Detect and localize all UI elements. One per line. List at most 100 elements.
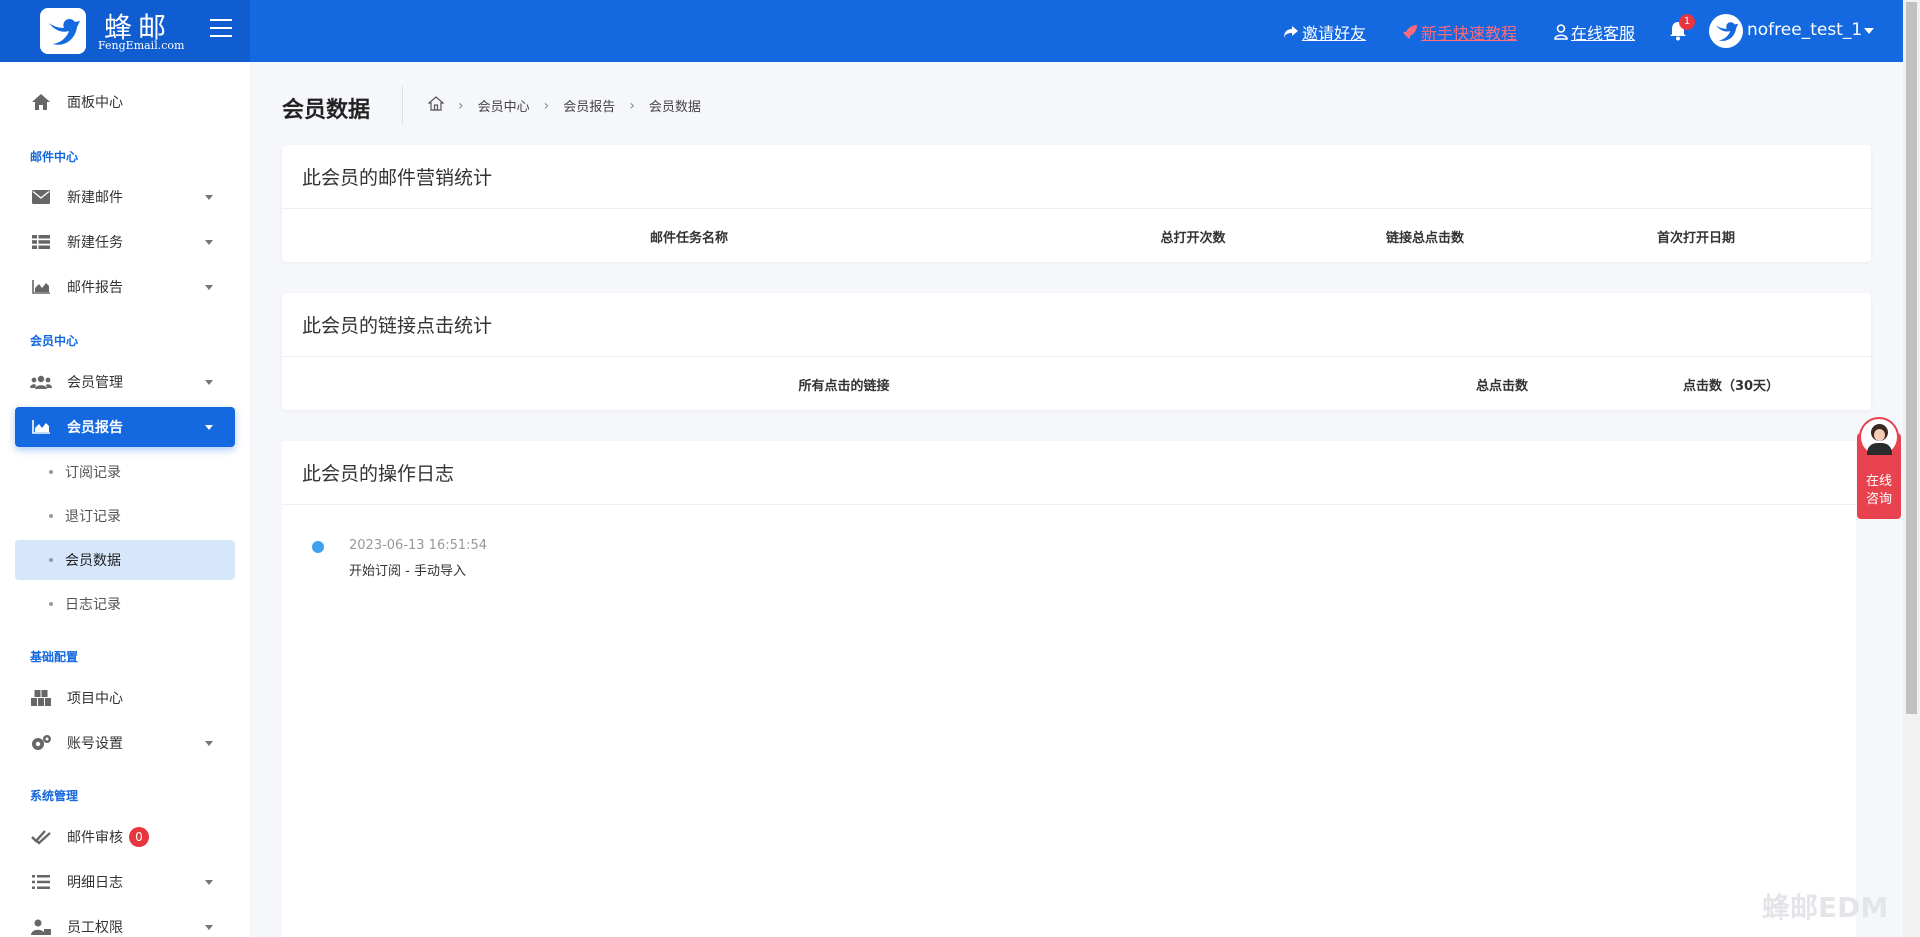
sidebar-subitem-member-data[interactable]: 会员数据 <box>15 540 235 580</box>
sidebar-item-label: 会员报告 <box>67 420 123 436</box>
column-header: 点击数（30天） <box>1682 379 1780 394</box>
online-service-link[interactable]: 在线客服 <box>1554 20 1635 44</box>
breadcrumb-separator: › <box>543 97 550 114</box>
section-mail-center: 邮件中心 <box>30 150 79 164</box>
column-header: 首次打开日期 <box>1656 231 1736 246</box>
log-text: 开始订阅 - 手动导入 <box>349 564 466 579</box>
page-title: 会员数据 <box>282 98 371 123</box>
sidebar-item-dashboard[interactable]: 面板中心 <box>15 82 235 122</box>
bird-icon <box>1715 22 1739 41</box>
sidebar-item-member-report[interactable]: 会员报告 <box>15 407 235 447</box>
sidebar-item-label: 明细日志 <box>67 875 123 891</box>
user-menu-caret-icon[interactable] <box>1864 28 1874 34</box>
bullet-dot <box>49 514 53 518</box>
scrollbar-thumb[interactable] <box>1906 2 1917 714</box>
title-divider <box>402 86 403 124</box>
chevron-down-icon <box>205 880 213 885</box>
sidebar-item-member-manage[interactable]: 会员管理 <box>15 362 235 402</box>
brand-logo[interactable] <box>40 8 86 54</box>
breadcrumb-item: 会员数据 <box>648 100 701 115</box>
sidebar-subitem-label: 日志记录 <box>65 597 121 613</box>
chevron-down-icon <box>205 925 213 930</box>
brand-watermark: 蜂邮EDM <box>1762 891 1889 924</box>
home-icon[interactable] <box>427 96 445 115</box>
menu-toggle-icon[interactable] <box>210 19 232 41</box>
invite-label: 邀请好友 <box>1302 24 1367 43</box>
sidebar-item-label: 新建任务 <box>67 235 123 251</box>
tutorial-label: 新手快速教程 <box>1421 24 1518 43</box>
mail-stats-table-header: 邮件任务名称 总打开次数 链接总点击数 首次打开日期 <box>282 209 1871 261</box>
timeline-dot <box>312 541 324 553</box>
chevron-down-icon <box>205 285 213 290</box>
card-title: 此会员的操作日志 <box>282 441 1856 505</box>
section-system-admin: 系统管理 <box>30 789 79 803</box>
bullet-dot <box>49 602 53 606</box>
card-title: 此会员的邮件营销统计 <box>282 145 1871 209</box>
sidebar-item-account-settings[interactable]: 账号设置 <box>15 723 235 763</box>
section-member-center: 会员中心 <box>30 334 79 348</box>
notification-count-badge: 1 <box>1679 14 1695 30</box>
section-basic-config: 基础配置 <box>30 650 79 664</box>
breadcrumb-separator: › <box>458 97 464 114</box>
sidebar: 面板中心 邮件中心 新建邮件 新建任务 邮件报告 会员中心 会员管理 会员报告 … <box>0 62 250 937</box>
breadcrumb: › 会员中心 › 会员报告 › 会员数据 <box>427 96 701 115</box>
sidebar-item-mail-review[interactable]: 邮件审核 0 <box>15 817 235 857</box>
sidebar-item-label: 邮件报告 <box>67 280 123 296</box>
chevron-down-icon <box>205 195 213 200</box>
sidebar-subitem-label: 退订记录 <box>65 509 121 525</box>
sidebar-subitem-subscribe-records[interactable]: 订阅记录 <box>15 452 235 492</box>
sidebar-item-new-mail[interactable]: 新建邮件 <box>15 177 235 217</box>
breadcrumb-item[interactable]: 会员报告 <box>563 96 615 115</box>
operation-log-card: 此会员的操作日志 <box>282 441 1856 937</box>
mail-review-count-badge: 0 <box>129 827 149 847</box>
brand-area: 蜂邮 FengEmail.com <box>0 0 250 62</box>
home-icon <box>29 93 53 111</box>
sidebar-item-project-center[interactable]: 项目中心 <box>15 678 235 718</box>
card-title: 此会员的链接点击统计 <box>282 293 1871 357</box>
bullet-dot <box>49 558 53 562</box>
sidebar-item-label: 面板中心 <box>67 95 123 111</box>
envelope-icon <box>29 190 53 204</box>
link-stats-card: 此会员的链接点击统计 所有点击的链接 总点击数 点击数（30天） <box>282 293 1871 410</box>
quick-tutorial-link[interactable]: 新手快速教程 <box>1402 20 1517 44</box>
column-header: 邮件任务名称 <box>649 231 729 246</box>
user-avatar[interactable] <box>1709 14 1743 48</box>
bird-icon <box>49 18 80 45</box>
sidebar-item-label: 员工权限 <box>67 920 123 936</box>
sidebar-item-label: 账号设置 <box>67 736 123 752</box>
list-grid-icon <box>29 235 53 249</box>
boxes-icon <box>29 690 53 706</box>
service-agent-avatar[interactable] <box>1859 417 1899 457</box>
sidebar-subitem-log-records[interactable]: 日志记录 <box>15 584 235 624</box>
users-icon <box>29 375 53 389</box>
mail-stats-card: 此会员的邮件营销统计 邮件任务名称 总打开次数 链接总点击数 首次打开日期 <box>282 145 1871 262</box>
service-label: 在线客服 <box>1571 24 1636 43</box>
sidebar-item-staff-permission[interactable]: 员工权限 <box>15 907 235 937</box>
sidebar-subitem-label: 会员数据 <box>65 553 121 569</box>
breadcrumb-item[interactable]: 会员中心 <box>478 96 530 115</box>
sidebar-subitem-unsubscribe-records[interactable]: 退订记录 <box>15 496 235 536</box>
sidebar-subitem-label: 订阅记录 <box>65 465 121 481</box>
area-chart-icon <box>29 420 53 434</box>
link-stats-table-header: 所有点击的链接 总点击数 点击数（30天） <box>282 357 1871 409</box>
chevron-down-icon <box>205 741 213 746</box>
share-icon <box>1284 26 1298 38</box>
sidebar-item-label: 新建邮件 <box>67 190 123 206</box>
column-header: 所有点击的链接 <box>798 379 890 394</box>
username[interactable]: nofree_test_1 <box>1747 20 1862 40</box>
sidebar-item-new-task[interactable]: 新建任务 <box>15 222 235 262</box>
area-chart-icon <box>29 280 53 294</box>
consult-line: 咨询 <box>1865 492 1892 507</box>
gears-icon <box>29 734 53 752</box>
sidebar-item-label: 会员管理 <box>67 375 123 391</box>
sidebar-item-detail-log[interactable]: 明细日志 <box>15 862 235 902</box>
online-consult-label[interactable]: 在线 咨询 <box>1857 473 1901 509</box>
chevron-down-icon <box>205 240 213 245</box>
sidebar-item-label: 项目中心 <box>67 691 123 707</box>
invite-friends-link[interactable]: 邀请好友 <box>1283 20 1366 44</box>
sidebar-item-mail-report[interactable]: 邮件报告 <box>15 267 235 307</box>
brand-subtitle: FengEmail.com <box>98 39 185 52</box>
column-header: 链接总点击数 <box>1385 231 1465 246</box>
consult-line: 在线 <box>1865 474 1892 489</box>
column-header: 总点击数 <box>1475 379 1529 394</box>
